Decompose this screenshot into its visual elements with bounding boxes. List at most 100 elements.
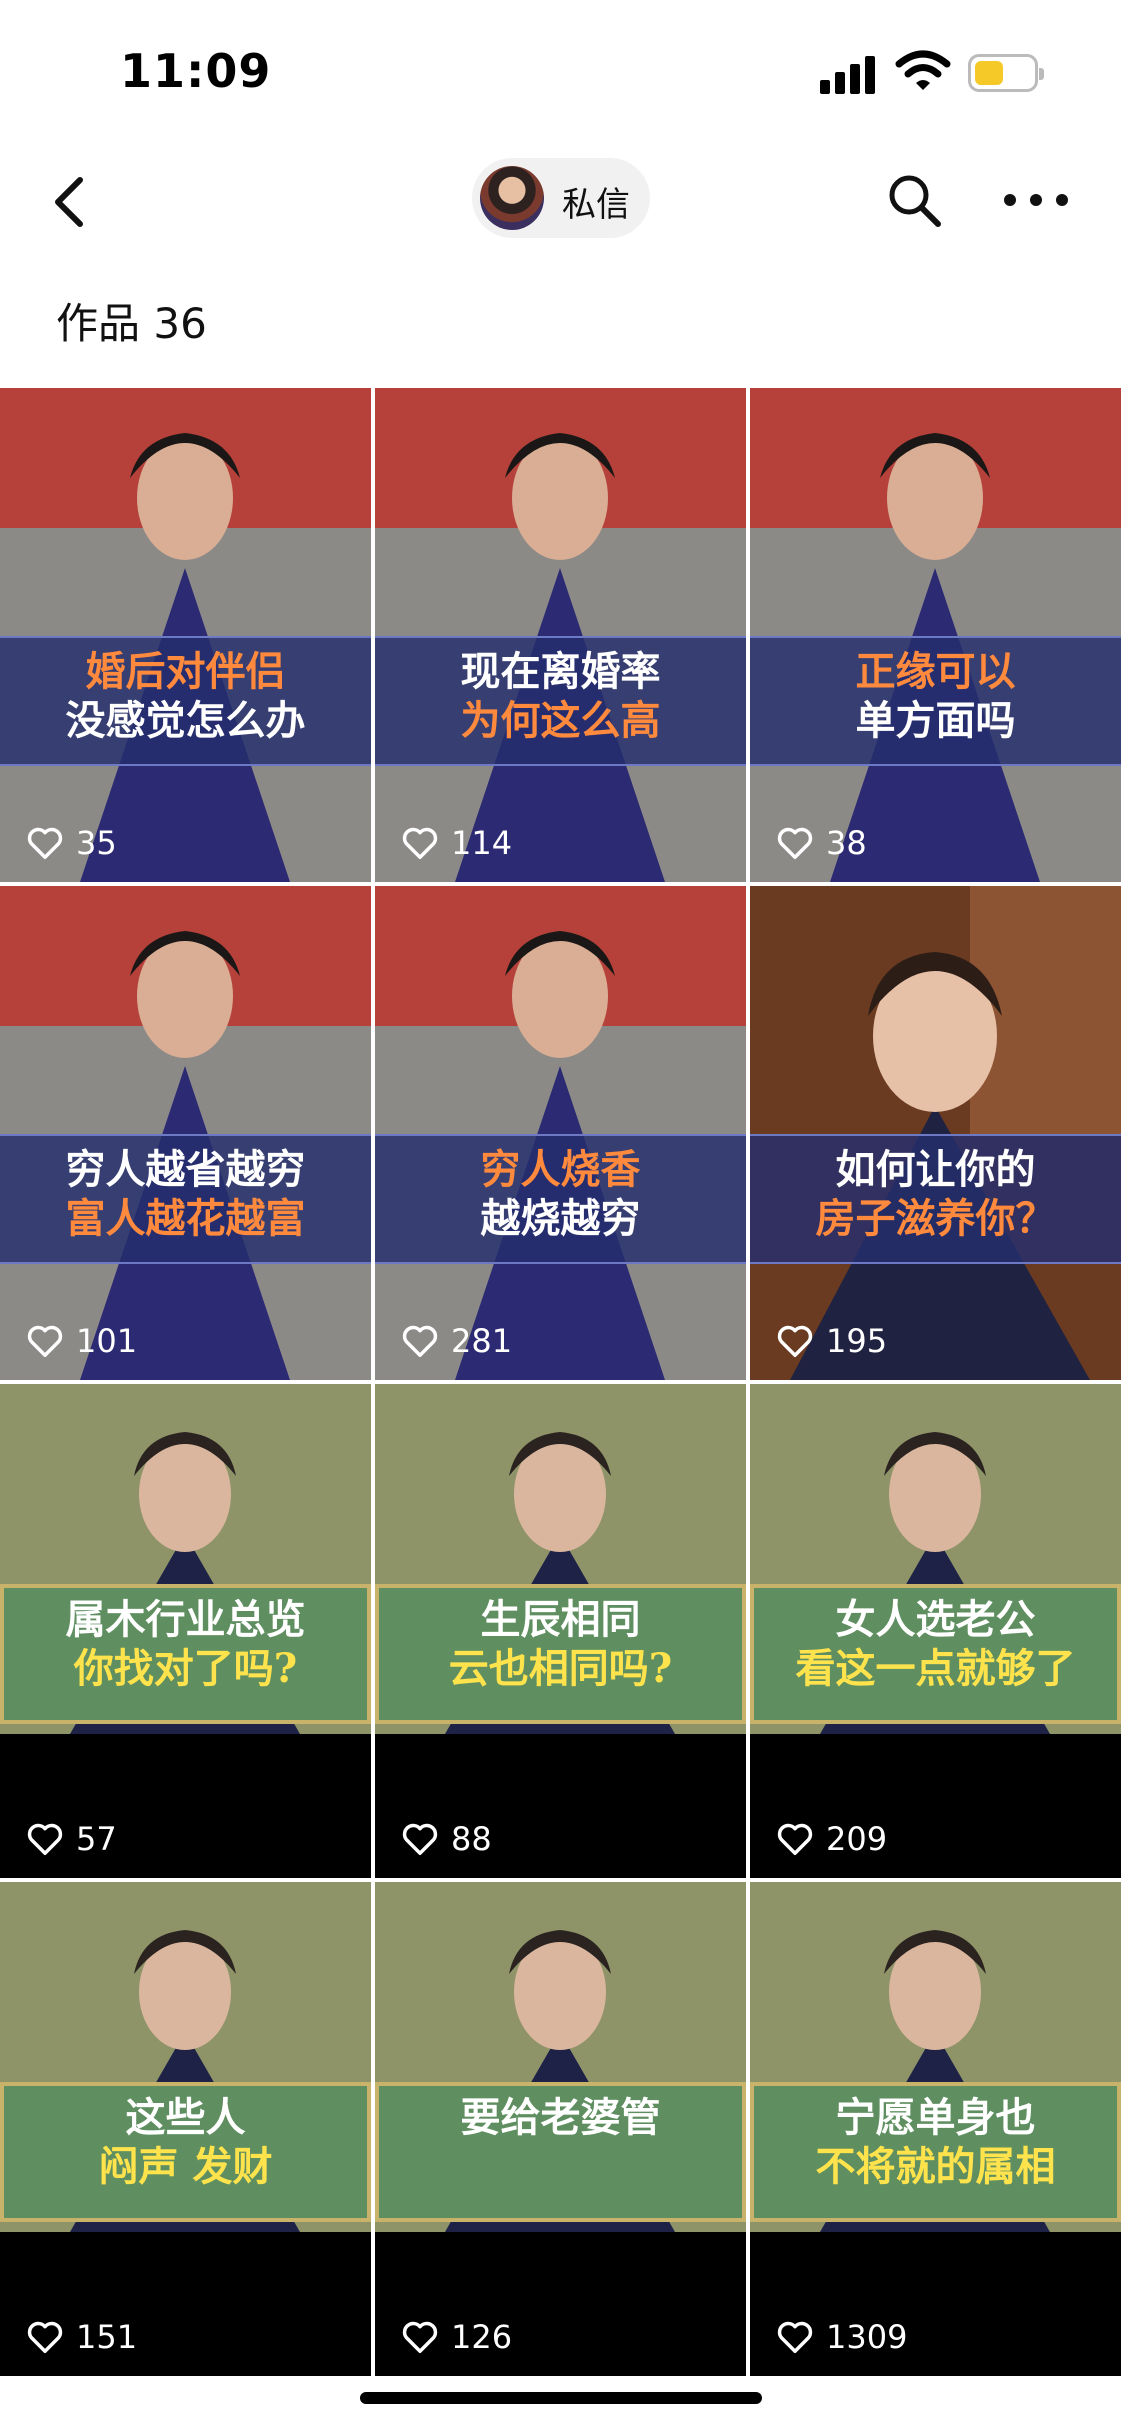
like-count: 35 — [26, 824, 117, 862]
video-caption: 穷人越省越穷 富人越花越富 — [0, 1134, 371, 1264]
like-count-value: 1309 — [826, 2318, 908, 2356]
caption-line-2: 富人越花越富 — [65, 1194, 306, 1242]
caption-line-1: 婚后对伴侣 — [85, 648, 286, 695]
video-caption: 生辰相同 云也相同吗? — [375, 1584, 746, 1724]
video-thumbnail[interactable]: 如何让你的 房子滋养你？ 195 — [750, 886, 1121, 1380]
caption-line-2: 闷声 发财 — [98, 2142, 273, 2190]
like-count: 38 — [776, 824, 867, 862]
video-caption: 女人选老公 看这一点就够了 — [750, 1584, 1121, 1724]
like-count: 281 — [401, 1322, 512, 1360]
heart-icon — [27, 2321, 63, 2353]
caption-line-2: 单方面吗 — [855, 696, 1016, 744]
video-thumbnail[interactable]: 婚后对伴侣 没感觉怎么办 35 — [0, 388, 371, 882]
heart-icon — [27, 1325, 63, 1357]
heart-icon — [777, 1823, 813, 1855]
video-thumbnail[interactable]: 这些人 闷声 发财 151 — [0, 1882, 371, 2376]
like-count-value: 151 — [76, 2318, 138, 2356]
home-indicator — [360, 2392, 762, 2404]
message-label: 私信 — [562, 185, 630, 225]
heart-icon — [402, 1325, 438, 1357]
caption-line-2: 越烧越穷 — [480, 1194, 641, 1242]
caption-line-1: 现在离婚率 — [460, 648, 661, 695]
like-count: 151 — [26, 2318, 137, 2356]
video-thumbnail[interactable]: 要给老婆管 126 — [375, 1882, 746, 2376]
caption-line-1: 这些人 — [125, 2094, 246, 2141]
video-caption: 现在离婚率 为何这么高 — [375, 636, 746, 766]
wifi-icon — [895, 50, 951, 90]
video-caption: 穷人烧香 越烧越穷 — [375, 1134, 746, 1264]
video-thumbnail[interactable]: 现在离婚率 为何这么高 114 — [375, 388, 746, 882]
video-caption: 属木行业总览 你找对了吗? — [0, 1584, 371, 1724]
like-count: 209 — [776, 1820, 887, 1858]
status-time: 11:09 — [120, 44, 272, 98]
video-frame — [0, 886, 371, 1380]
video-frame — [750, 886, 1121, 1380]
like-count-value: 35 — [76, 824, 117, 862]
caption-line-1: 属木行业总览 — [65, 1596, 306, 1643]
like-count: 126 — [401, 2318, 512, 2356]
video-caption: 婚后对伴侣 没感觉怎么办 — [0, 636, 371, 766]
battery-icon — [968, 54, 1044, 92]
video-frame — [375, 886, 746, 1380]
works-count: 作品 36 — [56, 299, 207, 348]
caption-line-1: 正缘可以 — [855, 648, 1016, 695]
video-thumbnail[interactable]: 生辰相同 云也相同吗? 88 — [375, 1384, 746, 1878]
like-count-value: 57 — [76, 1820, 117, 1858]
video-frame — [750, 388, 1121, 882]
heart-icon — [777, 827, 813, 859]
heart-icon — [27, 1823, 63, 1855]
heart-icon — [402, 827, 438, 859]
video-caption: 宁愿单身也 不将就的属相 — [750, 2082, 1121, 2222]
video-thumbnail[interactable]: 穷人越省越穷 富人越花越富 101 — [0, 886, 371, 1380]
caption-line-2: 为何这么高 — [460, 696, 661, 744]
like-count-value: 209 — [826, 1820, 888, 1858]
top-nav: 私信 — [0, 150, 1123, 250]
video-thumbnail[interactable]: 属木行业总览 你找对了吗? 57 — [0, 1384, 371, 1878]
heart-icon — [777, 2321, 813, 2353]
video-caption: 如何让你的 房子滋养你？ — [750, 1134, 1121, 1264]
heart-icon — [777, 1325, 813, 1357]
caption-line-2: 你找对了吗? — [73, 1644, 298, 1692]
like-count: 114 — [401, 824, 512, 862]
caption-line-1: 女人选老公 — [835, 1596, 1036, 1643]
like-count: 195 — [776, 1322, 887, 1360]
video-thumbnail[interactable]: 穷人烧香 越烧越穷 281 — [375, 886, 746, 1380]
like-count-value: 101 — [76, 1322, 138, 1360]
heart-icon — [402, 2321, 438, 2353]
like-count-value: 114 — [451, 824, 513, 862]
like-count: 101 — [26, 1322, 137, 1360]
heart-icon — [402, 1823, 438, 1855]
video-caption: 这些人 闷声 发财 — [0, 2082, 371, 2222]
video-caption: 要给老婆管 — [375, 2082, 746, 2222]
search-icon[interactable] — [884, 170, 944, 230]
video-frame — [0, 388, 371, 882]
heart-icon — [27, 827, 63, 859]
caption-line-2: 不将就的属相 — [815, 2142, 1056, 2190]
like-count-value: 88 — [451, 1820, 492, 1858]
video-thumbnail[interactable]: 女人选老公 看这一点就够了 209 — [750, 1384, 1121, 1878]
video-thumbnail[interactable]: 宁愿单身也 不将就的属相 1309 — [750, 1882, 1121, 2376]
more-icon[interactable] — [1000, 170, 1072, 230]
chevron-left-icon[interactable] — [42, 172, 102, 232]
video-caption: 正缘可以 单方面吗 — [750, 636, 1121, 766]
message-button[interactable]: 私信 — [472, 158, 650, 238]
caption-line-2: 房子滋养你？ — [815, 1194, 1056, 1242]
video-grid: 婚后对伴侣 没感觉怎么办 35 现在离婚率 为何这么高 114 正缘可以 单方面吗 38 穷人越省… — [0, 378, 1123, 2430]
caption-line-2: 看这一点就够了 — [795, 1644, 1076, 1692]
caption-line-1: 穷人越省越穷 — [65, 1146, 306, 1193]
caption-line-1: 生辰相同 — [480, 1596, 641, 1643]
video-thumbnail[interactable]: 正缘可以 单方面吗 38 — [750, 388, 1121, 882]
caption-line-1: 要给老婆管 — [460, 2094, 661, 2141]
signal-icon — [820, 54, 876, 94]
like-count: 1309 — [776, 2318, 907, 2356]
caption-line-1: 穷人烧香 — [480, 1146, 641, 1193]
like-count-value: 195 — [826, 1322, 888, 1360]
caption-line-2: 没感觉怎么办 — [65, 696, 306, 744]
caption-line-1: 如何让你的 — [835, 1146, 1036, 1193]
caption-line-2: 云也相同吗? — [448, 1644, 673, 1692]
like-count: 88 — [401, 1820, 492, 1858]
like-count: 57 — [26, 1820, 117, 1858]
like-count-value: 281 — [451, 1322, 513, 1360]
like-count-value: 126 — [451, 2318, 513, 2356]
status-bar: 11:09 — [0, 0, 1123, 150]
